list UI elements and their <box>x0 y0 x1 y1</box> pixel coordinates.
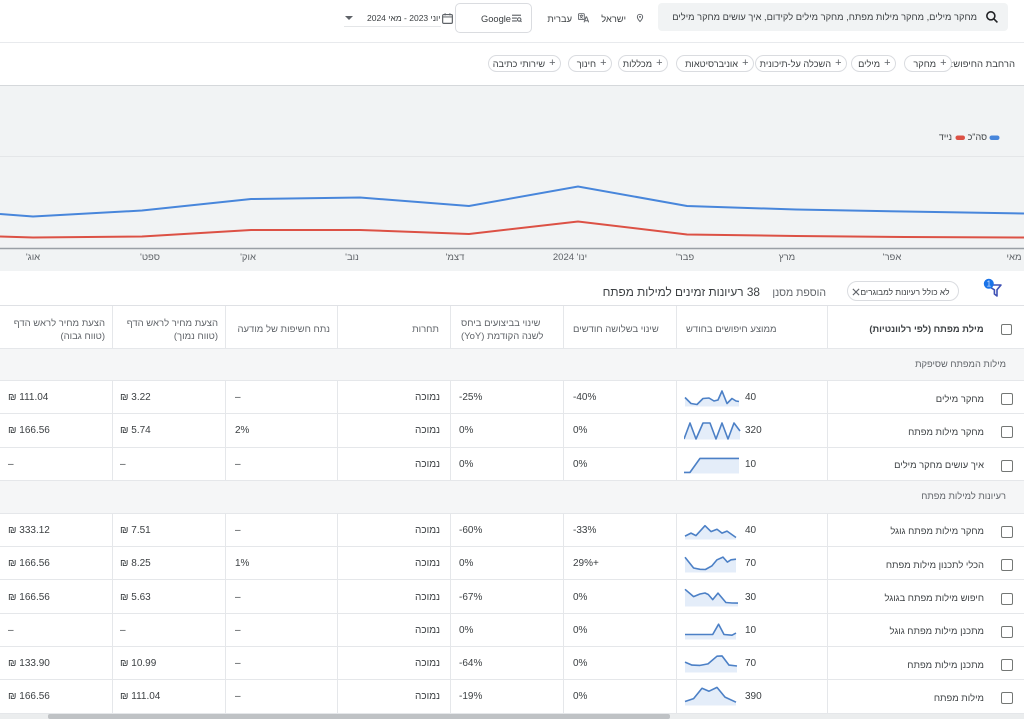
svg-text:1: 1 <box>987 280 992 289</box>
